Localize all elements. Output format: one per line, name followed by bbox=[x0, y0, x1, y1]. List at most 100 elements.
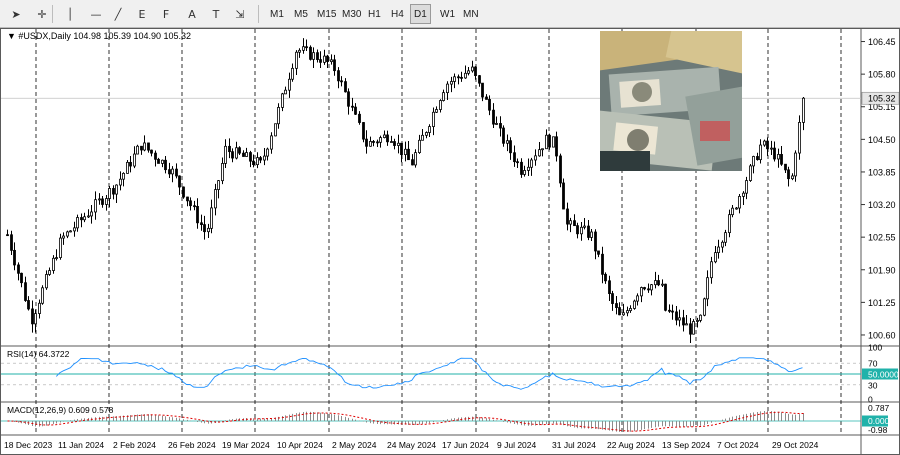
bear-candle bbox=[756, 156, 759, 161]
bear-candle bbox=[27, 300, 30, 310]
bull-candle bbox=[583, 225, 586, 228]
bear-candle bbox=[664, 283, 667, 311]
bear-candle bbox=[358, 113, 361, 123]
bear-candle bbox=[193, 205, 196, 208]
price-label: 100.60 bbox=[868, 330, 896, 340]
bear-candle bbox=[309, 46, 312, 60]
bull-candle bbox=[295, 51, 298, 69]
bull-candle bbox=[52, 257, 55, 271]
fibonacci-retracement-icon[interactable]: F bbox=[156, 4, 176, 24]
bull-candle bbox=[527, 166, 530, 171]
date-label: 29 Oct 2024 bbox=[772, 440, 819, 450]
bear-candle bbox=[252, 160, 255, 166]
bull-candle bbox=[717, 246, 720, 253]
trendline-icon[interactable]: ╱ bbox=[108, 4, 128, 24]
bull-candle bbox=[171, 168, 174, 175]
bear-candle bbox=[643, 287, 646, 290]
date-label: 26 Feb 2024 bbox=[168, 440, 216, 450]
bear-candle bbox=[259, 157, 262, 161]
bull-candle bbox=[745, 180, 748, 194]
bull-candle bbox=[45, 274, 48, 289]
timeframe-d1[interactable]: D1 bbox=[410, 4, 431, 24]
bull-candle bbox=[692, 321, 695, 335]
bull-candle bbox=[115, 184, 118, 195]
bear-candle bbox=[682, 317, 685, 326]
bull-candle bbox=[330, 59, 333, 63]
timeframe-h4[interactable]: H4 bbox=[387, 4, 408, 24]
bear-candle bbox=[689, 323, 692, 335]
date-label: 24 May 2024 bbox=[387, 440, 436, 450]
bull-candle bbox=[724, 232, 727, 243]
bull-candle bbox=[214, 189, 217, 209]
bull-candle bbox=[752, 156, 755, 167]
cursor-arrow-icon[interactable]: ➤ bbox=[6, 4, 26, 24]
timeframe-m1[interactable]: M1 bbox=[266, 4, 288, 24]
bear-candle bbox=[344, 81, 347, 93]
timeframe-w1[interactable]: W1 bbox=[436, 4, 459, 24]
rsi-scale-label: 30 bbox=[868, 380, 878, 390]
bull-candle bbox=[640, 287, 643, 297]
bull-candle bbox=[66, 231, 69, 237]
bull-candle bbox=[580, 226, 583, 235]
bull-candle bbox=[90, 211, 93, 217]
chart-area[interactable]: RSI(14) 64.3722 100 70 50.0000 30 0 MACD(12,2… bbox=[0, 28, 900, 455]
bull-candle bbox=[69, 230, 72, 233]
timeframe-m15[interactable]: M15 bbox=[313, 4, 340, 24]
bull-candle bbox=[699, 314, 702, 321]
bull-candle bbox=[136, 145, 139, 155]
bull-candle bbox=[207, 227, 210, 233]
price-label: 104.50 bbox=[868, 135, 896, 145]
macd-scale-label: 0.787 bbox=[868, 403, 890, 413]
bear-candle bbox=[608, 280, 611, 294]
bull-candle bbox=[133, 153, 136, 167]
timeframe-m5[interactable]: M5 bbox=[290, 4, 312, 24]
bull-candle bbox=[425, 132, 428, 136]
bear-candle bbox=[773, 147, 776, 160]
bear-candle bbox=[647, 288, 650, 291]
date-label: 17 Jun 2024 bbox=[442, 440, 489, 450]
bear-candle bbox=[178, 175, 181, 188]
bull-candle bbox=[210, 207, 213, 229]
bull-candle bbox=[143, 142, 146, 151]
bear-candle bbox=[376, 141, 379, 144]
bull-candle bbox=[678, 317, 681, 321]
bull-candle bbox=[435, 109, 438, 113]
horizontal-line-icon[interactable]: — bbox=[86, 4, 106, 24]
price-label: 105.80 bbox=[868, 70, 896, 80]
price-chart[interactable]: RSI(14) 64.37221007050.0000300 MACD(12,2… bbox=[1, 29, 900, 454]
bear-candle bbox=[597, 250, 600, 255]
bear-candle bbox=[340, 80, 343, 83]
bull-candle bbox=[703, 298, 706, 316]
bull-candle bbox=[48, 270, 51, 275]
text-box-icon[interactable]: T bbox=[206, 4, 226, 24]
arrows-shapes-icon[interactable]: ⇲ bbox=[230, 4, 250, 24]
bull-candle bbox=[284, 89, 287, 95]
rsi-scale-label: 50.0000 bbox=[868, 370, 899, 380]
bull-candle bbox=[59, 237, 62, 258]
timeframe-h1[interactable]: H1 bbox=[364, 4, 385, 24]
bull-candle bbox=[626, 310, 629, 314]
bear-candle bbox=[365, 138, 368, 147]
timeframe-mn[interactable]: MN bbox=[459, 4, 483, 24]
bull-candle bbox=[541, 148, 544, 151]
timeframe-m30[interactable]: M30 bbox=[338, 4, 365, 24]
bull-candle bbox=[277, 107, 280, 125]
bull-candle bbox=[221, 163, 224, 182]
bull-candle bbox=[369, 141, 372, 147]
bear-candle bbox=[362, 122, 365, 140]
date-label: 11 Jan 2024 bbox=[58, 440, 104, 450]
bear-candle bbox=[316, 52, 319, 60]
bull-candle bbox=[759, 144, 762, 161]
bull-candle bbox=[414, 152, 417, 166]
bull-candle bbox=[418, 139, 421, 153]
bull-candle bbox=[706, 277, 709, 300]
bull-candle bbox=[383, 134, 386, 138]
bear-candle bbox=[573, 220, 576, 227]
vertical-line-icon[interactable]: │ bbox=[60, 4, 80, 24]
bull-candle bbox=[629, 308, 632, 312]
equidistant-channel-icon[interactable]: E bbox=[132, 4, 152, 24]
bull-candle bbox=[696, 320, 699, 322]
bear-candle bbox=[147, 142, 150, 151]
text-label-icon[interactable]: A bbox=[182, 4, 202, 24]
crosshair-icon[interactable]: ✛ bbox=[32, 4, 52, 24]
